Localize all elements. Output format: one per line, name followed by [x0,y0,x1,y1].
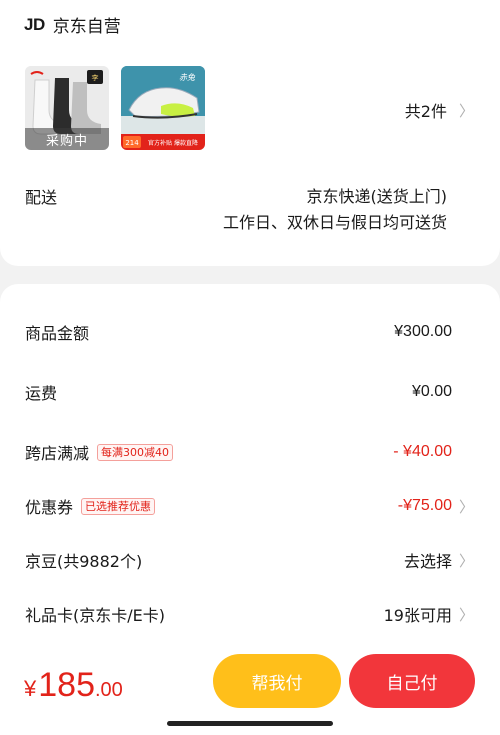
delivery-info[interactable]: 京东快递(送货上门) 工作日、双休日与假日均可送货 [223,184,447,236]
cross-store-value: - ¥40.00 [393,443,452,460]
cross-store-label: 跨店满减 [25,444,90,463]
coupon-label-wrap: 优惠券 已选推荐优惠 [25,494,156,518]
shipping-label: 运费 [25,384,58,403]
chevron-right-icon: 〉 [458,605,474,624]
item-count: 共2件 [404,102,447,121]
goods-amount-label: 商品金额 [25,324,90,343]
svg-text:214: 214 [125,139,139,147]
self-pay-button[interactable]: 自己付 [349,654,475,708]
total-price: ¥ 185 .00 [24,666,123,705]
item-count-link[interactable]: 共2件 〉 [405,98,474,122]
jingdou-row[interactable]: 京豆(共9882个) 去选择 〉 [0,540,500,580]
gift-card-label: 礼品卡(京东卡/E卡) [25,606,165,625]
price-summary-card: 商品金额 ¥300.00 运费 ¥0.00 跨店满减 每满300减40 - ¥4… [0,284,500,654]
coupon-label: 优惠券 [25,498,74,517]
cross-store-tag: 每满300减40 [97,443,174,461]
cross-store-discount-row: 跨店满减 每满300减40 - ¥40.00 [0,432,500,472]
goods-amount-value: ¥300.00 [394,323,452,340]
order-items-card: JD 京东自营 李 采购中 赤兔 214 官方补贴 爆款直降 共2件 〉 配送 … [0,0,500,266]
gift-card-value: 19张可用 [383,606,452,625]
gift-card-row[interactable]: 礼品卡(京东卡/E卡) 19张可用 〉 [0,594,500,634]
jingdou-value: 去选择 [403,552,452,571]
shoes-image-icon: 赤兔 214 官方补贴 爆款直降 [121,66,205,150]
product-thumbnail-shoes[interactable]: 赤兔 214 官方补贴 爆款直降 [121,66,205,150]
delivery-method: 京东快递(送货上门) [306,187,448,206]
delivery-note: 工作日、双休日与假日均可送货 [222,213,447,232]
cross-store-label-wrap: 跨店满减 每满300减40 [25,440,174,464]
help-pay-button[interactable]: 帮我付 [213,654,341,708]
delivery-label: 配送 [25,188,58,207]
total-integer: 185 [38,666,95,704]
shipping-row: 运费 ¥0.00 [0,372,500,412]
product-thumbnail-socks[interactable]: 李 采购中 [25,66,109,150]
total-currency: ¥ [24,676,37,701]
jingdou-label: 京豆(共9882个) [25,552,143,571]
jd-logo-icon: JD [24,14,45,34]
shop-header[interactable]: JD 京东自营 [24,12,121,38]
coupon-value: -¥75.00 [397,497,452,514]
checkout-bar: ¥ 185 .00 帮我付 自己付 [0,654,500,735]
svg-text:赤兔: 赤兔 [179,73,196,82]
coupon-row[interactable]: 优惠券 已选推荐优惠 -¥75.00 〉 [0,486,500,526]
chevron-right-icon: 〉 [458,551,474,570]
chevron-right-icon: 〉 [458,497,474,516]
chevron-right-icon: 〉 [458,101,474,120]
home-indicator[interactable] [167,721,333,726]
goods-amount-row: 商品金额 ¥300.00 [0,312,500,352]
purchasing-badge: 采购中 [25,128,109,150]
coupon-tag: 已选推荐优惠 [81,497,156,515]
shipping-value: ¥0.00 [411,383,452,400]
total-decimal: .00 [94,679,123,701]
shop-name: 京东自营 [52,17,121,37]
svg-text:官方补贴 爆款直降: 官方补贴 爆款直降 [148,139,198,147]
svg-text:李: 李 [92,73,99,82]
